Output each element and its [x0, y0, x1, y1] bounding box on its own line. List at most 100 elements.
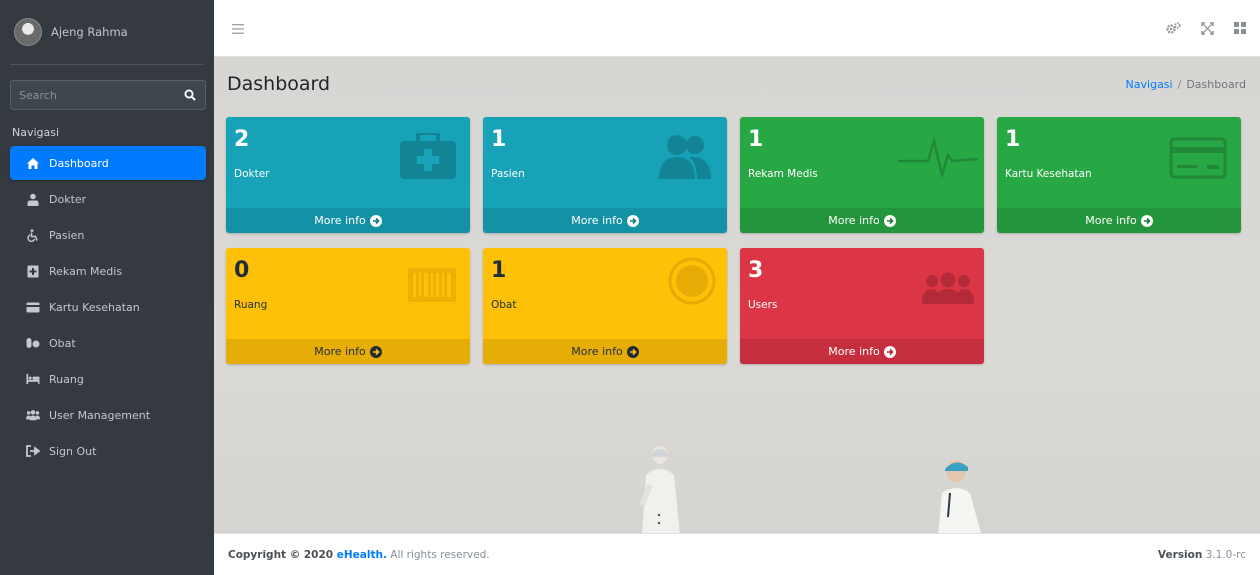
more-info-link[interactable]: More info	[226, 208, 470, 233]
more-info-label: More info	[571, 214, 623, 227]
navbar-right-icons	[1166, 22, 1246, 38]
small-box-kartu-kesehatan: 1 Kartu Kesehatan More info	[997, 117, 1241, 233]
fullscreen-button[interactable]	[1201, 22, 1214, 38]
grid-icon	[1234, 22, 1246, 34]
search-input[interactable]	[10, 80, 174, 110]
user-panel[interactable]: Ajeng Rahma	[14, 18, 128, 46]
more-info-label: More info	[1085, 214, 1137, 227]
copyright-suffix: All rights reserved.	[386, 548, 490, 561]
version-info: Version 3.1.0-rc	[1158, 549, 1246, 561]
bed-icon	[26, 372, 40, 386]
more-info-label: More info	[571, 345, 623, 358]
box-label: Ruang	[234, 299, 268, 311]
page-title: Dashboard	[227, 73, 331, 95]
box-count: 1	[1005, 127, 1021, 152]
sidebar-item-label: Obat	[49, 336, 76, 350]
arrow-circle-right-icon	[1140, 214, 1153, 227]
home-icon	[26, 156, 40, 170]
more-info-label: More info	[314, 214, 366, 227]
sign-out-icon	[26, 444, 40, 458]
more-info-link[interactable]: More info	[997, 208, 1241, 233]
more-info-link[interactable]: More info	[226, 339, 470, 364]
user-name[interactable]: Ajeng Rahma	[51, 25, 128, 39]
arrow-circle-right-icon	[883, 345, 896, 358]
sidebar-item-dokter[interactable]: Dokter	[10, 182, 206, 216]
copyright-prefix: Copyright © 2020	[228, 548, 337, 561]
more-info-link[interactable]: More info	[483, 339, 727, 364]
more-info-link[interactable]: More info	[740, 339, 984, 364]
settings-button[interactable]	[1166, 22, 1181, 38]
more-info-label: More info	[314, 345, 366, 358]
sidebar-item-sign-out[interactable]: Sign Out	[10, 434, 206, 468]
menu-icon	[232, 24, 244, 34]
arrow-circle-right-icon	[883, 214, 896, 227]
breadcrumb-current: Dashboard	[1186, 78, 1246, 91]
card-icon	[26, 300, 40, 314]
sidebar-search	[10, 80, 206, 110]
box-label: Obat	[491, 299, 517, 311]
breadcrumb-separator: /	[1177, 78, 1182, 91]
sidebar-item-label: Kartu Kesehatan	[49, 300, 140, 314]
box-count: 1	[491, 127, 507, 152]
small-box-ruang: 0 Ruang More info	[226, 248, 470, 364]
cogs-icon	[1166, 22, 1181, 34]
sidebar-item-label: User Management	[49, 408, 151, 422]
small-box-obat: 1 Obat More info	[483, 248, 727, 364]
box-count: 1	[491, 258, 507, 283]
wheelchair-icon	[26, 228, 40, 242]
apps-button[interactable]	[1234, 22, 1246, 38]
sidebar-item-obat[interactable]: Obat	[10, 326, 206, 360]
sidebar-item-user-management[interactable]: User Management	[10, 398, 206, 432]
avatar[interactable]	[14, 18, 42, 46]
medical-record-icon	[26, 264, 40, 278]
brand-link[interactable]: eHealth.	[337, 549, 387, 561]
small-box-rekam-medis: 1 Rekam Medis More info	[740, 117, 984, 233]
version-label: Version	[1157, 548, 1203, 561]
box-label: Dokter	[234, 168, 270, 180]
box-label: Rekam Medis	[748, 168, 818, 180]
box-count: 3	[748, 258, 764, 283]
sidebar-item-label: Dashboard	[49, 156, 109, 170]
box-label: Kartu Kesehatan	[1005, 168, 1092, 180]
sidebar: Ajeng Rahma Navigasi Dashboard Dokter Pa…	[0, 0, 214, 575]
box-count: 2	[234, 127, 250, 152]
pills-icon	[26, 336, 40, 350]
small-box-pasien: 1 Pasien More info	[483, 117, 727, 233]
doctor-icon	[26, 192, 40, 206]
sidebar-item-label: Sign Out	[49, 444, 97, 458]
search-button[interactable]	[174, 80, 206, 110]
more-info-link[interactable]: More info	[483, 208, 727, 233]
arrow-circle-right-icon	[626, 345, 639, 358]
expand-icon	[1201, 22, 1214, 35]
medkit-icon	[400, 131, 456, 182]
content-area: Dashboard Navigasi / Dashboard 2 Dokter Mo…	[214, 57, 1260, 533]
circle-icon	[667, 256, 717, 309]
sidebar-item-rekam-medis[interactable]: Rekam Medis	[10, 254, 206, 288]
breadcrumb-link-navigasi[interactable]: Navigasi	[1126, 78, 1173, 91]
sidebar-item-pasien[interactable]: Pasien	[10, 218, 206, 252]
users-icon	[26, 408, 40, 422]
arrow-circle-right-icon	[369, 345, 382, 358]
more-info-link[interactable]: More info	[740, 208, 984, 233]
more-info-label: More info	[828, 214, 880, 227]
sidebar-item-label: Ruang	[49, 372, 84, 386]
box-count: 0	[234, 258, 250, 283]
top-navbar	[214, 0, 1260, 57]
breadcrumb: Navigasi / Dashboard	[1126, 78, 1246, 91]
sidebar-item-label: Dokter	[49, 192, 87, 206]
arrow-circle-right-icon	[369, 214, 382, 227]
sidebar-item-kartu-kesehatan[interactable]: Kartu Kesehatan	[10, 290, 206, 324]
sidebar-item-ruang[interactable]: Ruang	[10, 362, 206, 396]
background-nurse-figure	[926, 457, 996, 533]
box-count: 1	[748, 127, 764, 152]
box-label: Pasien	[491, 168, 525, 180]
menu-toggle-button[interactable]	[232, 23, 244, 37]
small-box-dokter: 2 Dokter More info	[226, 117, 470, 233]
sidebar-item-dashboard[interactable]: Dashboard	[10, 146, 206, 180]
barcode-icon	[408, 268, 456, 305]
small-box-users: 3 Users More info	[740, 248, 984, 364]
users-icon	[922, 272, 974, 307]
heartbeat-icon	[898, 131, 979, 180]
search-icon	[184, 89, 196, 101]
users-icon	[657, 133, 713, 182]
